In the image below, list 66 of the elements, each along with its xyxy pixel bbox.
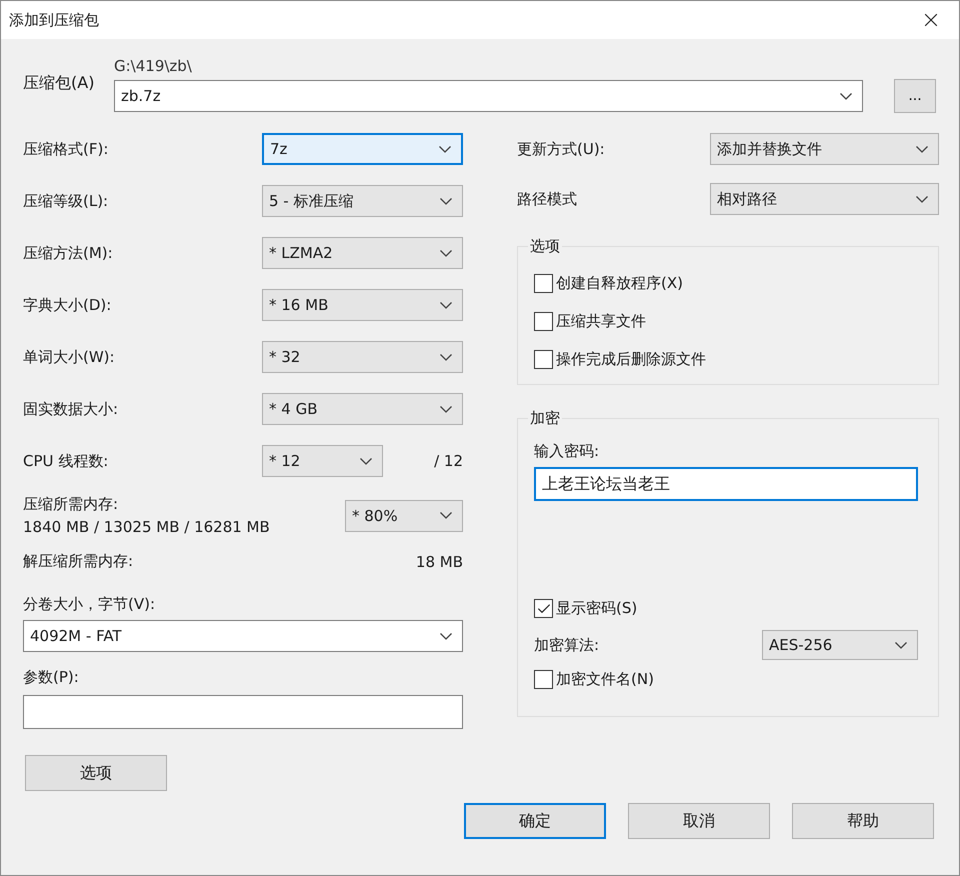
field-label: 参数(P): <box>23 668 79 687</box>
checkbox[interactable] <box>534 274 553 293</box>
dropdown[interactable]: AES-256 <box>762 630 918 660</box>
options-button[interactable]: 选项 <box>25 755 167 791</box>
dropdown[interactable]: * 32 <box>262 341 463 373</box>
dropdown[interactable]: * 12 <box>262 445 383 477</box>
checkbox-label[interactable]: 加密文件名(N) <box>556 670 654 689</box>
field-label: 解压缩所需内存: <box>23 552 134 571</box>
memory-usage: 1840 MB / 13025 MB / 16281 MB <box>23 518 270 536</box>
chevron-icon <box>440 512 452 519</box>
field-label: 更新方式(U): <box>517 140 605 158</box>
chevron-icon <box>360 458 372 464</box>
dropdown[interactable]: 7z <box>262 133 463 165</box>
chevron-icon <box>916 146 928 152</box>
field-label: 压缩格式(F): <box>23 140 108 158</box>
chevron-icon <box>440 198 452 204</box>
field-label: 分卷大小，字节(V): <box>23 595 156 614</box>
chevron-icon <box>440 354 452 360</box>
checkbox-label[interactable]: 显示密码(S) <box>556 599 638 618</box>
password-field[interactable]: 上老王论坛当老王 <box>534 467 918 501</box>
field-label: 路径模式 <box>517 190 577 208</box>
window-title: 添加到压缩包 <box>9 10 99 30</box>
field-label: 单词大小(W): <box>23 348 115 366</box>
archive-path: G:\419\zb\ <box>114 57 193 75</box>
chevron-icon <box>439 146 451 152</box>
chevron-icon <box>916 196 928 202</box>
field-label: 压缩包(A) <box>23 72 96 94</box>
parameters-field[interactable] <box>23 695 463 729</box>
field-label: 固实数据大小: <box>23 400 118 418</box>
volume-size-field[interactable]: 4092M - FAT <box>23 620 463 652</box>
dropdown[interactable]: * 4 GB <box>262 393 463 425</box>
dropdown[interactable]: 5 - 标准压缩 <box>262 185 463 217</box>
chevron-icon <box>440 250 452 256</box>
checkbox[interactable] <box>534 350 553 369</box>
archive-name-field[interactable]: zb.7z <box>114 80 863 112</box>
dropdown[interactable]: * LZMA2 <box>262 237 463 269</box>
dropdown[interactable]: 添加并替换文件 <box>710 133 939 165</box>
chevron-icon <box>440 302 452 308</box>
checkbox[interactable] <box>534 670 553 689</box>
chevron-icon <box>440 406 452 412</box>
field-label: CPU 线程数: <box>23 452 108 470</box>
dialog-button[interactable]: 帮助 <box>792 803 934 839</box>
dropdown[interactable]: * 80% <box>345 500 463 532</box>
field-label: 压缩所需内存: <box>23 495 120 514</box>
field-label: 加密算法: <box>534 636 600 654</box>
field-label: 压缩等级(L): <box>23 192 108 210</box>
dialog-button[interactable]: 确定 <box>464 803 606 839</box>
checkbox[interactable] <box>534 312 553 331</box>
browse-button[interactable]: ... <box>894 79 936 113</box>
group-title: 选项 <box>529 237 561 256</box>
field-label: 字典大小(D): <box>23 296 112 314</box>
field-label: 输入密码: <box>534 442 600 461</box>
chevron-icon <box>440 632 452 640</box>
dialog-button[interactable]: 取消 <box>628 803 770 839</box>
dropdown[interactable]: * 16 MB <box>262 289 463 321</box>
group-title: 加密 <box>529 409 561 428</box>
chevron-icon <box>840 92 852 100</box>
checkbox-label[interactable]: 创建自释放程序(X) <box>556 274 683 293</box>
dropdown[interactable]: 相对路径 <box>710 183 939 215</box>
checkbox-label[interactable]: 压缩共享文件 <box>556 312 646 331</box>
checkbox[interactable] <box>534 599 553 618</box>
chevron-icon <box>895 642 907 648</box>
memory-value: 18 MB <box>416 552 463 570</box>
field-label: 压缩方法(M): <box>23 244 113 262</box>
checkbox-label[interactable]: 操作完成后删除源文件 <box>556 350 706 369</box>
thread-count: / 12 <box>434 452 463 470</box>
